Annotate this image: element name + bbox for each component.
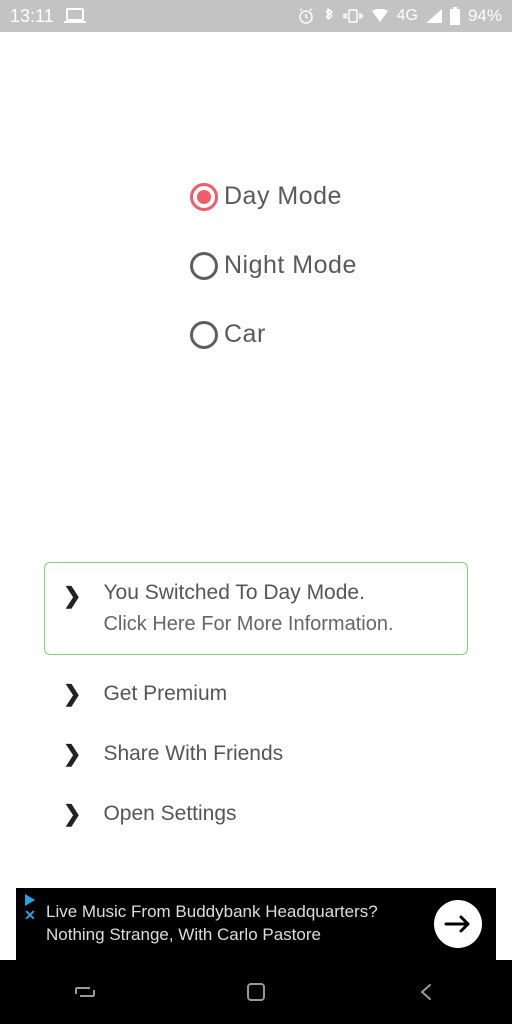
ad-line1: Live Music From Buddybank Headquarters? [46, 901, 434, 924]
radio-car-icon [190, 321, 218, 349]
radio-car-label: Car [224, 320, 266, 349]
radio-day[interactable]: Day Mode [190, 182, 342, 211]
ad-badge[interactable]: ✕ [16, 888, 44, 960]
chevron-right-icon: ❯ [63, 585, 81, 607]
radio-car[interactable]: Car [190, 320, 266, 349]
item-premium[interactable]: ❯ Get Premium [44, 673, 468, 715]
item-share-label: Share With Friends [103, 742, 283, 766]
nav-home-button[interactable] [236, 972, 276, 1012]
radio-day-label: Day Mode [224, 182, 342, 211]
radio-night[interactable]: Night Mode [190, 251, 357, 280]
item-switched-texts: You Switched To Day Mode. Click Here For… [103, 581, 393, 636]
ad-banner[interactable]: ✕ Live Music From Buddybank Headquarters… [16, 888, 496, 960]
home-icon [245, 981, 267, 1003]
ad-line2: Nothing Strange, With Carlo Pastore [46, 924, 434, 947]
main: Day Mode Night Mode Car ❯ You Switched T… [0, 32, 512, 888]
action-items: ❯ You Switched To Day Mode. Click Here F… [0, 562, 512, 835]
radio-night-icon [190, 252, 218, 280]
network-label: 4G [397, 7, 418, 25]
item-settings-label: Open Settings [103, 802, 236, 826]
nav-recent-button[interactable] [65, 972, 105, 1012]
chevron-right-icon: ❯ [63, 743, 81, 765]
item-switched[interactable]: ❯ You Switched To Day Mode. Click Here F… [44, 562, 468, 655]
item-settings[interactable]: ❯ Open Settings [44, 793, 468, 835]
recent-icon [72, 982, 98, 1002]
nav-back-button[interactable] [407, 972, 447, 1012]
arrow-right-icon [444, 914, 472, 934]
radio-night-label: Night Mode [224, 251, 357, 280]
status-time: 13:11 [10, 6, 54, 27]
bluetooth-icon [323, 7, 335, 25]
item-premium-label: Get Premium [103, 682, 227, 706]
vibrate-icon [343, 8, 363, 24]
signal-icon [426, 9, 442, 23]
system-navbar [0, 960, 512, 1024]
item-switched-line2: Click Here For More Information. [103, 613, 393, 636]
mode-radios: Day Mode Night Mode Car [0, 182, 512, 349]
ad-text: Live Music From Buddybank Headquarters? … [44, 901, 434, 947]
battery-percent: 94% [468, 6, 502, 26]
ad-go-button[interactable] [434, 900, 482, 948]
status-left: 13:11 [10, 6, 86, 27]
radio-day-icon [190, 183, 218, 211]
status-right: 4G 94% [297, 6, 502, 26]
back-icon [416, 981, 438, 1003]
ad-close-icon[interactable]: ✕ [24, 908, 36, 922]
item-switched-line1: You Switched To Day Mode. [103, 581, 393, 605]
alarm-icon [297, 7, 315, 25]
chevron-right-icon: ❯ [63, 683, 81, 705]
battery-icon [450, 7, 460, 25]
wifi-icon [371, 9, 389, 23]
chevron-right-icon: ❯ [63, 803, 81, 825]
laptop-icon [64, 8, 86, 24]
item-share[interactable]: ❯ Share With Friends [44, 733, 468, 775]
status-bar: 13:11 4G 94% [0, 0, 512, 32]
adchoices-icon [25, 894, 35, 906]
